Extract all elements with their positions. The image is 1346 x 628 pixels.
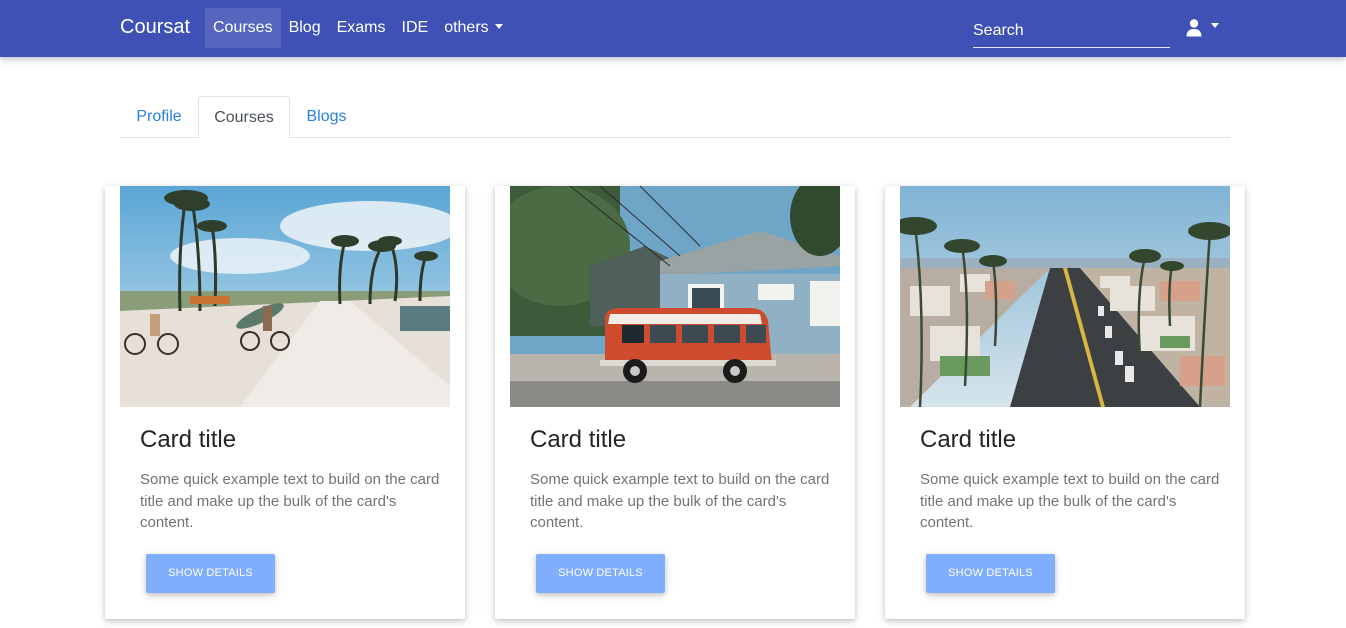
red-van-house-photo [510, 186, 840, 407]
nav-dropdown-others[interactable]: others [436, 8, 510, 48]
nav-links: Courses Blog Exams IDE others [205, 8, 511, 48]
card-image [120, 186, 450, 407]
card-title: Card title [920, 426, 1017, 453]
nav-link-ide[interactable]: IDE [394, 8, 437, 48]
show-details-button[interactable]: SHOW DETAILS [536, 554, 665, 593]
tab-blogs[interactable]: Blogs [290, 96, 363, 138]
profile-tabs: Profile Courses Blogs [120, 96, 1230, 138]
beach-boardwalk-photo [120, 186, 450, 407]
nav-link-courses[interactable]: Courses [205, 8, 281, 48]
palm-street-aerial-photo [900, 186, 1230, 407]
search-input[interactable] [973, 14, 1170, 48]
course-card: Card title Some quick example text to bu… [105, 186, 465, 619]
card-text: Some quick example text to build on the … [140, 471, 440, 531]
nav-link-blog[interactable]: Blog [281, 8, 329, 48]
show-details-button[interactable]: SHOW DETAILS [926, 554, 1055, 593]
tab-profile[interactable]: Profile [120, 96, 198, 138]
chevron-down-icon [494, 23, 503, 29]
nav-link-exams[interactable]: Exams [329, 8, 394, 48]
course-card: Card title Some quick example text to bu… [885, 186, 1245, 619]
card-text: Some quick example text to build on the … [920, 471, 1220, 531]
user-icon [1186, 19, 1202, 37]
user-menu-dropdown[interactable] [1186, 16, 1219, 40]
card-title: Card title [530, 426, 627, 453]
tab-courses[interactable]: Courses [198, 96, 290, 138]
nav-dropdown-others-label: others [444, 19, 489, 36]
card-image [510, 186, 840, 407]
course-card: Card title Some quick example text to bu… [495, 186, 855, 619]
show-details-button[interactable]: SHOW DETAILS [146, 554, 275, 593]
card-image [900, 186, 1230, 407]
brand-logo[interactable]: Coursat [120, 16, 190, 39]
card-title: Card title [140, 426, 237, 453]
top-navbar: Coursat Courses Blog Exams IDE others [0, 0, 1346, 57]
card-text: Some quick example text to build on the … [530, 471, 830, 531]
chevron-down-icon [1211, 22, 1219, 28]
